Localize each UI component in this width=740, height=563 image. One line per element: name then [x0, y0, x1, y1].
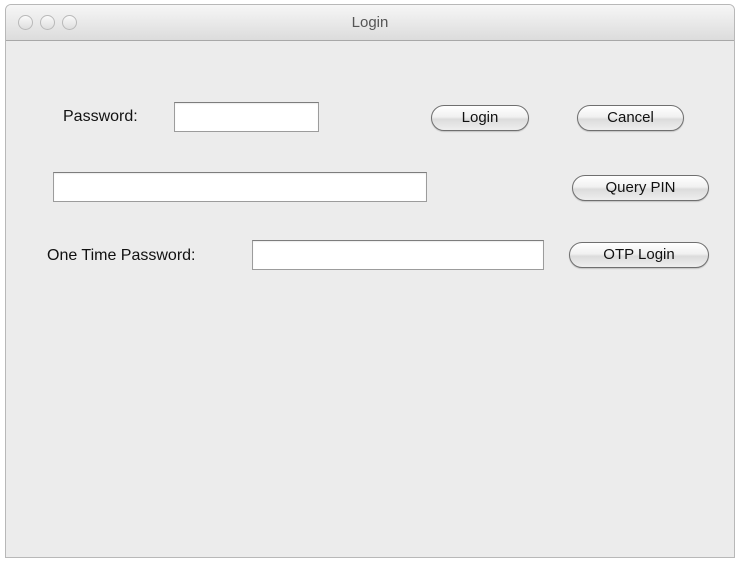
cancel-button[interactable]: Cancel [577, 105, 684, 131]
password-label: Password: [63, 108, 138, 125]
password-field[interactable] [174, 102, 319, 132]
window-title: Login [351, 14, 389, 31]
otp-label: One Time Password: [47, 247, 196, 264]
login-window: Login Password: Login Cancel Query PIN O… [5, 4, 735, 558]
login-button[interactable]: Login [431, 105, 529, 131]
otp-field[interactable] [252, 240, 544, 270]
query-pin-button[interactable]: Query PIN [572, 175, 709, 201]
title-bar[interactable]: Login [6, 5, 734, 41]
otp-login-button[interactable]: OTP Login [569, 242, 709, 268]
pin-field[interactable] [53, 172, 427, 202]
